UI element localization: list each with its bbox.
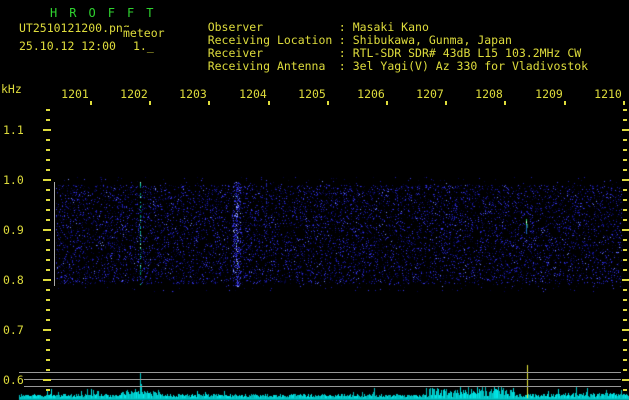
x-tick-label: 1203 xyxy=(178,88,208,101)
x-tick-mark xyxy=(149,101,151,105)
y-tick-minor-right xyxy=(623,269,627,271)
x-tick-label: 1204 xyxy=(238,88,268,101)
x-tick-label: 1206 xyxy=(356,88,386,101)
y-tick-minor-right xyxy=(623,189,627,191)
y-tick-minor-right xyxy=(623,149,627,151)
x-tick-mark xyxy=(564,101,566,105)
x-tick-mark xyxy=(386,101,388,105)
y-tick-major-left xyxy=(43,279,51,281)
y-tick-minor-right xyxy=(623,389,627,391)
y-tick-minor-right xyxy=(623,299,627,301)
spectrogram-left-edge-line xyxy=(54,182,55,286)
minute-counter: 1._ xyxy=(133,40,154,53)
y-tick-major-right xyxy=(622,379,629,381)
y-tick-minor-left xyxy=(46,219,50,221)
y-tick-label: 0.6 xyxy=(3,374,24,387)
y-tick-minor-right xyxy=(623,169,627,171)
y-tick-minor-left xyxy=(46,249,50,251)
info-row-antenna: Receiving Antenna:3el Yagi(V) Az 330 for… xyxy=(180,45,588,87)
y-tick-label: 1.1 xyxy=(3,124,24,137)
y-tick-minor-left xyxy=(46,139,50,141)
y-tick-minor-right xyxy=(623,289,627,291)
y-tick-major-right xyxy=(622,129,629,131)
y-tick-minor-left xyxy=(46,369,50,371)
y-tick-minor-left xyxy=(46,149,50,151)
y-tick-major-right xyxy=(622,279,629,281)
y-tick-major-right xyxy=(622,179,629,181)
y-tick-major-left xyxy=(43,379,51,381)
station-label: meteor xyxy=(123,27,165,40)
y-tick-minor-left xyxy=(46,119,50,121)
y-tick-minor-right xyxy=(623,119,627,121)
y-tick-major-right xyxy=(622,329,629,331)
x-tick-mark xyxy=(90,101,92,105)
y-tick-minor-right xyxy=(623,339,627,341)
x-tick-label: 1205 xyxy=(297,88,327,101)
y-tick-minor-left xyxy=(46,309,50,311)
app-title: H R O F F T xyxy=(50,7,156,20)
y-tick-minor-right xyxy=(623,359,627,361)
y-tick-minor-right xyxy=(623,139,627,141)
x-tick-mark xyxy=(445,101,447,105)
y-tick-minor-left xyxy=(46,169,50,171)
info-colon: : xyxy=(339,59,353,73)
y-tick-minor-right xyxy=(623,319,627,321)
y-tick-label: 0.8 xyxy=(3,274,24,287)
y-tick-major-left xyxy=(43,229,51,231)
x-tick-mark xyxy=(268,101,270,105)
y-tick-minor-right xyxy=(623,249,627,251)
y-tick-minor-left xyxy=(46,299,50,301)
x-tick-label: 1207 xyxy=(415,88,445,101)
y-tick-minor-left xyxy=(46,319,50,321)
y-tick-minor-right xyxy=(623,209,627,211)
y-tick-minor-right xyxy=(623,159,627,161)
info-label: Receiving Antenna xyxy=(208,59,339,73)
y-tick-minor-right xyxy=(623,239,627,241)
y-tick-minor-left xyxy=(46,159,50,161)
y-tick-minor-left xyxy=(46,209,50,211)
x-tick-label: 1201 xyxy=(60,88,90,101)
y-tick-minor-left xyxy=(46,349,50,351)
y-tick-minor-right xyxy=(623,259,627,261)
y-tick-minor-left xyxy=(46,339,50,341)
x-tick-label: 1202 xyxy=(119,88,149,101)
y-tick-minor-right xyxy=(623,369,627,371)
x-tick-mark xyxy=(327,101,329,105)
y-tick-minor-right xyxy=(623,109,627,111)
y-tick-minor-left xyxy=(46,389,50,391)
y-tick-label: 0.7 xyxy=(3,324,24,337)
reference-line xyxy=(19,372,621,373)
y-tick-minor-left xyxy=(46,239,50,241)
info-value: 3el Yagi(V) Az 330 for Vladivostok xyxy=(353,59,588,73)
x-tick-label: 1208 xyxy=(474,88,504,101)
x-tick-label: 1209 xyxy=(534,88,564,101)
y-tick-minor-left xyxy=(46,269,50,271)
y-tick-minor-right xyxy=(623,219,627,221)
reference-line xyxy=(19,386,621,387)
y-tick-minor-right xyxy=(623,349,627,351)
y-tick-major-left xyxy=(43,129,51,131)
date-time: 25.10.12 12:00 xyxy=(19,40,116,53)
hrofft-window: H R O F F T UT2510121200.png meteor 25.1… xyxy=(0,0,629,400)
y-tick-minor-left xyxy=(46,199,50,201)
y-tick-minor-left xyxy=(46,259,50,261)
y-tick-minor-right xyxy=(623,309,627,311)
y-tick-minor-right xyxy=(623,199,627,201)
y-tick-label: 0.9 xyxy=(3,224,24,237)
y-tick-minor-left xyxy=(46,109,50,111)
y-tick-major-right xyxy=(622,229,629,231)
y-tick-label: 1.0 xyxy=(3,174,24,187)
x-tick-mark xyxy=(504,101,506,105)
reference-line xyxy=(19,379,621,380)
capture-filename: UT2510121200.png xyxy=(19,22,130,35)
x-tick-label: 1210 xyxy=(593,88,623,101)
x-tick-mark xyxy=(623,101,625,105)
y-tick-major-left xyxy=(43,329,51,331)
y-tick-minor-left xyxy=(46,289,50,291)
y-tick-minor-left xyxy=(46,189,50,191)
y-tick-major-left xyxy=(43,179,51,181)
x-tick-mark xyxy=(208,101,210,105)
y-axis-unit: kHz xyxy=(1,83,22,96)
y-tick-minor-left xyxy=(46,359,50,361)
